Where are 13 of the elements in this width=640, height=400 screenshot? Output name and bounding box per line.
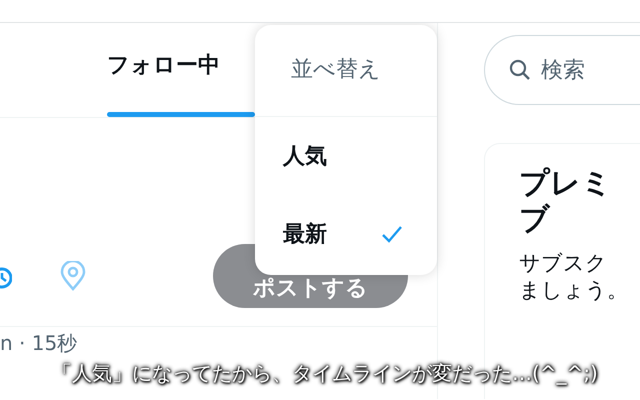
tab[interactable]: フォロー中 [107,23,255,117]
search-input[interactable]: 検索 [539,52,639,88]
card-text-line: ましょう。 [519,277,629,304]
menu-option[interactable]: 人気 [255,117,437,195]
search-icon [509,59,531,81]
card-title-line: プレミ [519,166,613,202]
menu-title: 並べ替え [291,57,381,82]
location-pin-icon[interactable] [60,261,86,291]
card-text-line: サブスク [519,250,608,277]
post-timestamp: n · 15秒 [0,332,78,355]
card-title-line: ブ [519,202,552,238]
caption-text: 「人気」になってたから、タイムラインが変だった…(^_^;) [44,354,606,393]
search-field[interactable]: 検索 [484,35,640,105]
